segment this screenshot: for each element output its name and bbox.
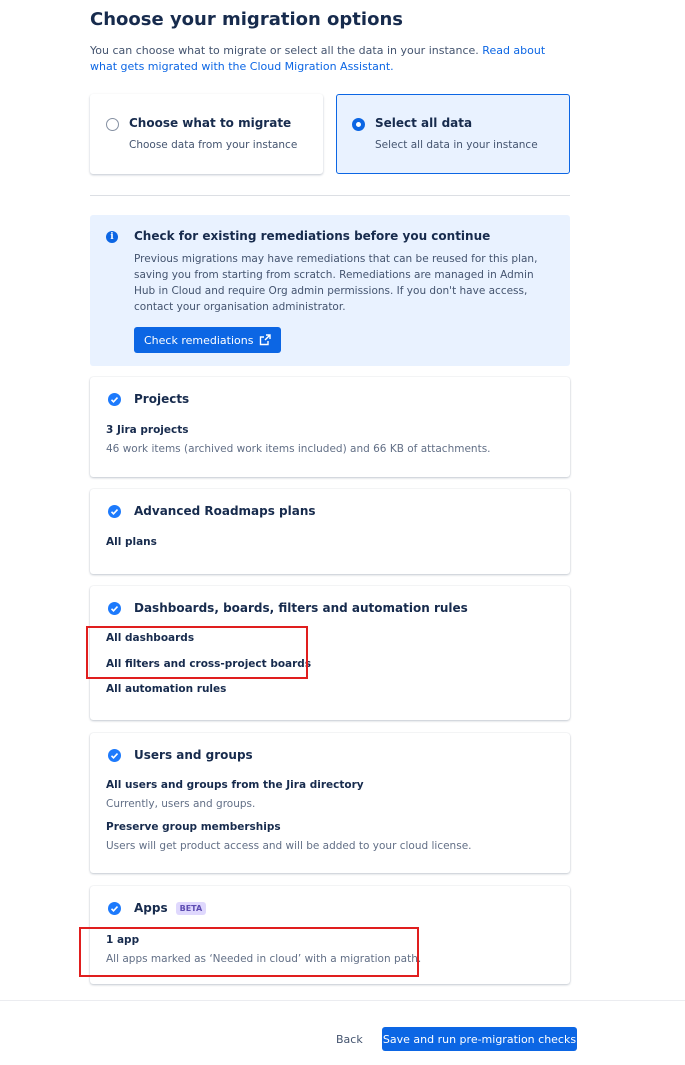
intro-text: You can choose what to migrate or select… [90, 43, 570, 75]
projects-count: 3 Jira projects [106, 424, 189, 436]
check-circle-icon [108, 749, 121, 762]
all-dashboards: All dashboards [106, 632, 195, 644]
check-circle-icon [108, 393, 121, 406]
radio-unselected[interactable] [106, 118, 119, 131]
remediations-banner: i Check for existing remediations before… [90, 215, 570, 366]
check-circle-icon [108, 602, 121, 615]
card-dashboards-boards-filters: Dashboards, boards, filters and automati… [90, 586, 570, 720]
option-title: Choose what to migrate [129, 116, 292, 130]
all-filters-boards: All filters and cross-project boards [106, 658, 312, 670]
check-circle-icon [108, 505, 121, 518]
users-groups-description: Currently, users and groups. [106, 798, 256, 810]
card-title: Projects [134, 392, 190, 406]
option-description: Choose data from your instance [129, 139, 298, 151]
all-automation-rules: All automation rules [106, 683, 227, 695]
card-users-and-groups: Users and groups All users and groups fr… [90, 733, 570, 873]
info-icon: i [106, 231, 118, 243]
apps-description: All apps marked as ‘Needed in cloud’ wit… [106, 953, 422, 965]
card-title: Users and groups [134, 748, 253, 762]
section-divider [90, 195, 570, 196]
projects-description: 46 work items (archived work items inclu… [106, 443, 491, 455]
card-advanced-roadmaps: Advanced Roadmaps plans All plans [90, 489, 570, 574]
option-description: Select all data in your instance [375, 139, 538, 151]
card-title: Apps BETA [134, 901, 207, 915]
option-title: Select all data [375, 116, 473, 130]
card-title: Advanced Roadmaps plans [134, 504, 316, 518]
apps-count: 1 app [106, 934, 140, 946]
banner-body: Previous migrations may have remediation… [134, 253, 538, 313]
check-remediations-label: Check remediations [144, 333, 254, 347]
card-projects: Projects 3 Jira projects 46 work items (… [90, 377, 570, 477]
back-button[interactable]: Back [326, 1027, 373, 1051]
option-choose-what-to-migrate[interactable]: Choose what to migrate Choose data from … [90, 94, 323, 174]
intro-description: You can choose what to migrate or select… [90, 44, 483, 57]
card-title: Dashboards, boards, filters and automati… [134, 601, 468, 615]
preserve-memberships-description: Users will get product access and will b… [106, 840, 472, 852]
apps-title: Apps [134, 901, 168, 915]
card-apps: Apps BETA 1 app All apps marked as ‘Need… [90, 886, 570, 984]
page-title: Choose your migration options [90, 9, 403, 30]
save-and-run-checks-button[interactable]: Save and run pre-migration checks [382, 1027, 577, 1051]
option-select-all-data[interactable]: Select all data Select all data in your … [336, 94, 570, 174]
roadmaps-plans: All plans [106, 536, 157, 548]
beta-badge: BETA [175, 901, 207, 915]
radio-selected[interactable] [352, 118, 365, 131]
check-circle-icon [108, 902, 121, 915]
users-groups-title: All users and groups from the Jira direc… [106, 779, 364, 791]
external-link-icon [260, 334, 272, 346]
banner-title: Check for existing remediations before y… [134, 229, 491, 243]
footer-divider [0, 1000, 685, 1001]
preserve-memberships-title: Preserve group memberships [106, 821, 281, 833]
check-remediations-button[interactable]: Check remediations [134, 327, 282, 353]
